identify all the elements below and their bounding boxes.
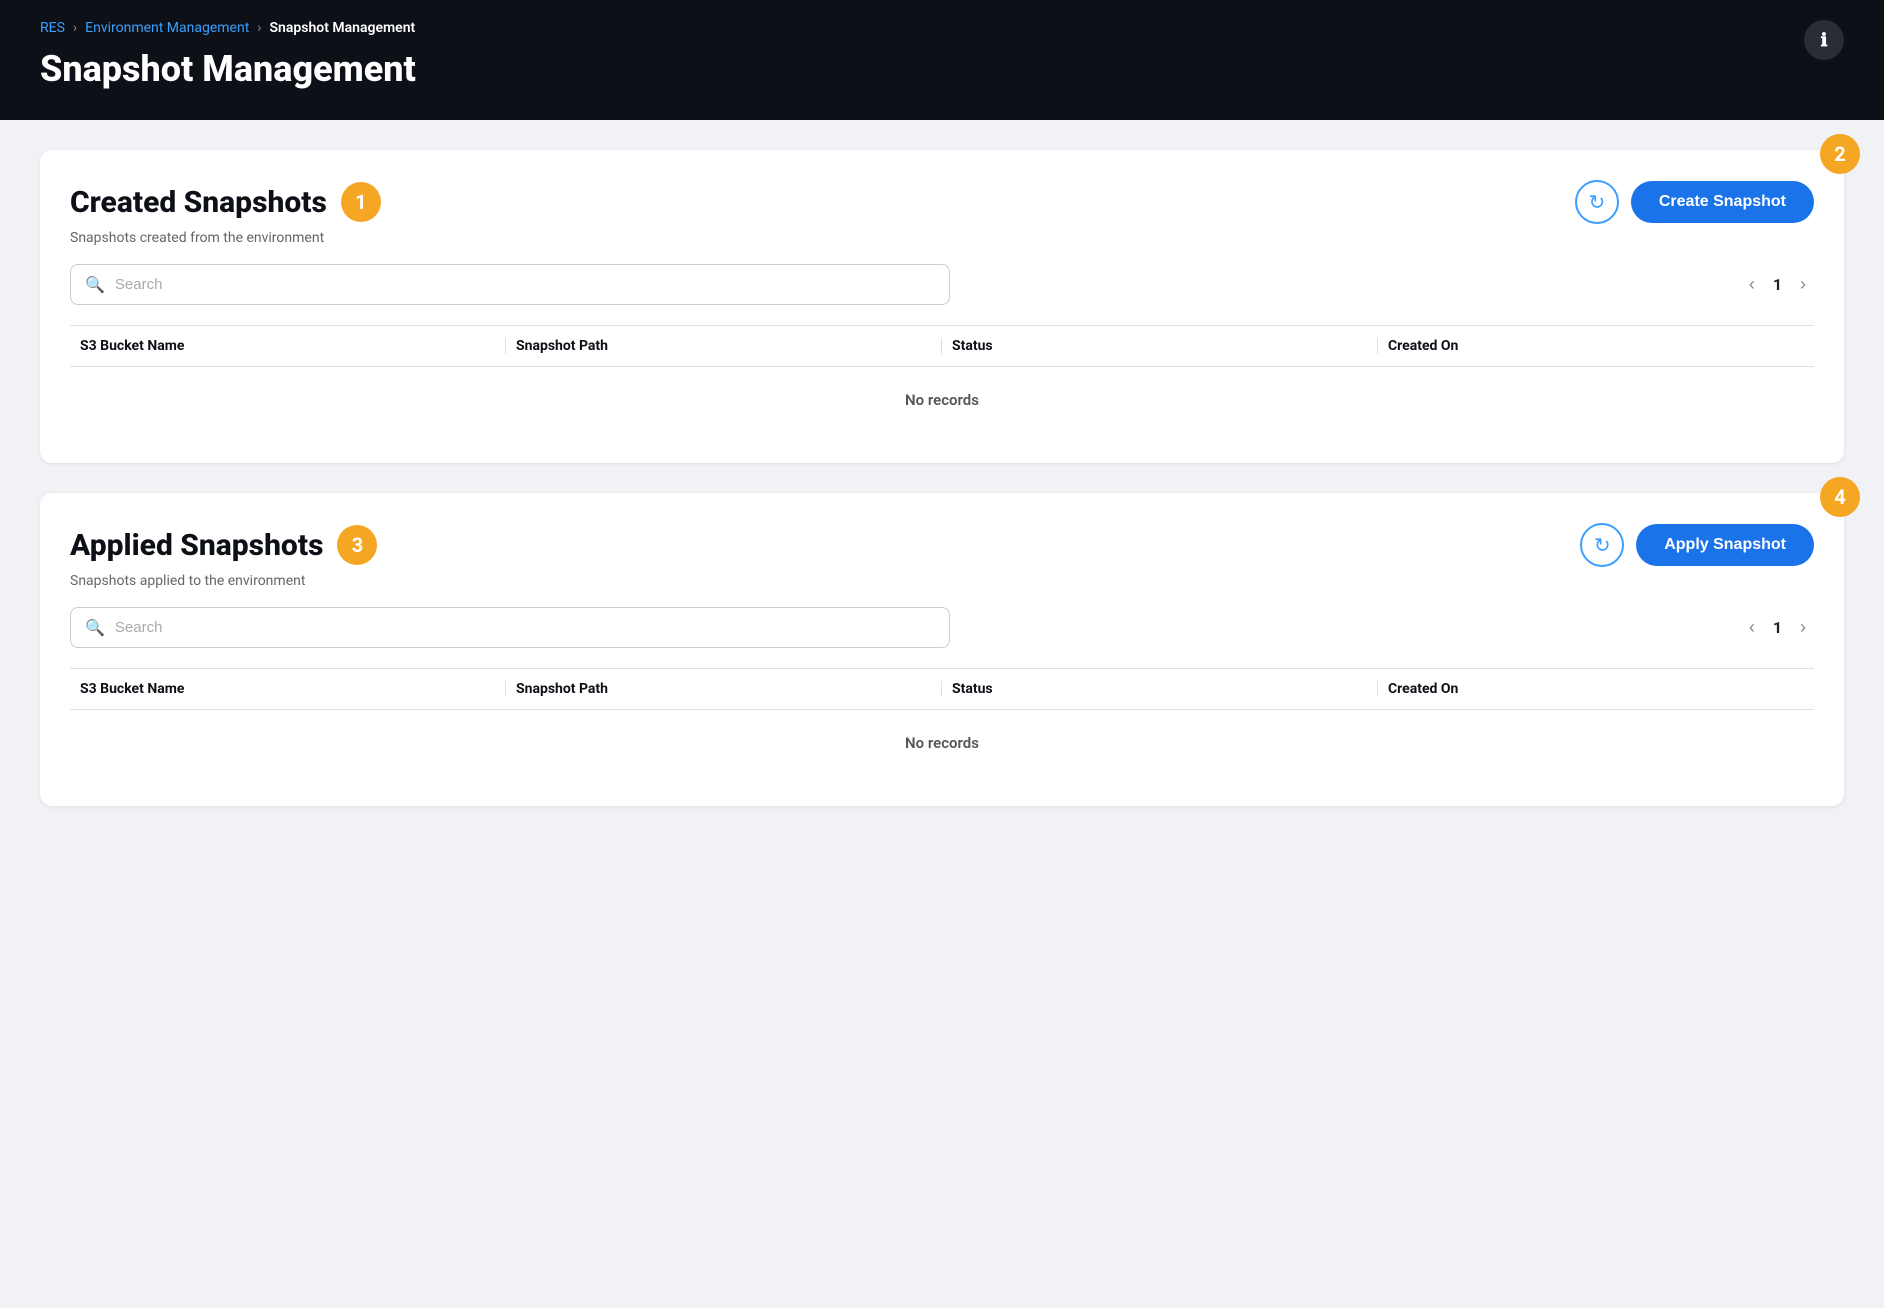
breadcrumb-res[interactable]: RES (40, 20, 65, 36)
created-col-status: Status (942, 338, 1378, 354)
applied-snapshots-card: 4 Applied Snapshots 3 ↻ Apply Snapshot S… (40, 493, 1844, 806)
applied-snapshots-title: Applied Snapshots (70, 528, 323, 563)
applied-snapshots-float-badge: 4 (1820, 477, 1860, 517)
create-snapshot-button[interactable]: Create Snapshot (1631, 181, 1814, 223)
applied-snapshots-next-page-button[interactable]: › (1792, 613, 1814, 642)
breadcrumb-env-mgmt[interactable]: Environment Management (85, 20, 249, 36)
float-badge-2: 2 (1820, 134, 1860, 174)
breadcrumb-current: Snapshot Management (270, 20, 416, 36)
page-title: Snapshot Management (40, 48, 1844, 90)
created-snapshots-pagination: ‹ 1 › (1741, 270, 1814, 299)
breadcrumb-sep-1: › (73, 20, 77, 36)
page-header: RES › Environment Management › Snapshot … (0, 0, 1884, 120)
applied-col-created-on: Created On (1378, 681, 1814, 697)
applied-snapshots-title-group: Applied Snapshots 3 (70, 525, 377, 565)
apply-snapshot-button[interactable]: Apply Snapshot (1636, 524, 1814, 566)
created-snapshots-search-input[interactable] (115, 276, 935, 293)
created-snapshots-title-group: Created Snapshots 1 (70, 182, 381, 222)
created-col-s3-bucket: S3 Bucket Name (70, 338, 506, 354)
applied-snapshots-search-wrapper: 🔍 (70, 607, 950, 648)
applied-snapshots-page-number: 1 (1773, 618, 1782, 637)
main-content: 2 Created Snapshots 1 ↻ Create Snapshot … (0, 120, 1884, 836)
created-snapshots-badge: 1 (341, 182, 381, 222)
breadcrumb: RES › Environment Management › Snapshot … (40, 20, 1844, 36)
created-snapshots-search-container: 🔍 ‹ 1 › (70, 264, 1814, 305)
created-col-created-on: Created On (1378, 338, 1814, 354)
created-snapshots-actions: ↻ Create Snapshot (1575, 180, 1814, 224)
breadcrumb-sep-2: › (257, 20, 261, 36)
applied-snapshots-header: Applied Snapshots 3 ↻ Apply Snapshot (70, 523, 1814, 567)
applied-snapshots-prev-page-button[interactable]: ‹ (1741, 613, 1763, 642)
applied-snapshots-subtitle: Snapshots applied to the environment (70, 573, 1814, 589)
created-snapshots-card: 2 Created Snapshots 1 ↻ Create Snapshot … (40, 150, 1844, 463)
created-snapshots-refresh-button[interactable]: ↻ (1575, 180, 1619, 224)
created-snapshots-subtitle: Snapshots created from the environment (70, 230, 1814, 246)
applied-snapshots-table-header: S3 Bucket Name Snapshot Path Status Crea… (70, 668, 1814, 710)
created-snapshots-next-page-button[interactable]: › (1792, 270, 1814, 299)
created-snapshots-search-wrapper: 🔍 (70, 264, 950, 305)
applied-col-s3-bucket: S3 Bucket Name (70, 681, 506, 697)
applied-snapshots-search-container: 🔍 ‹ 1 › (70, 607, 1814, 648)
applied-snapshots-empty-message: No records (70, 710, 1814, 776)
created-snapshots-empty-message: No records (70, 367, 1814, 433)
applied-snapshots-pagination: ‹ 1 › (1741, 613, 1814, 642)
applied-snapshots-search-icon: 🔍 (85, 618, 105, 637)
applied-snapshots-refresh-button[interactable]: ↻ (1580, 523, 1624, 567)
float-badge-4: 4 (1820, 477, 1860, 517)
info-button[interactable]: ℹ (1804, 20, 1844, 60)
created-snapshots-header: Created Snapshots 1 ↻ Create Snapshot (70, 180, 1814, 224)
created-snapshots-title: Created Snapshots (70, 185, 327, 220)
applied-snapshots-actions: ↻ Apply Snapshot (1580, 523, 1814, 567)
created-snapshots-page-number: 1 (1773, 275, 1782, 294)
created-snapshots-float-badge: 2 (1820, 134, 1860, 174)
created-snapshots-prev-page-button[interactable]: ‹ (1741, 270, 1763, 299)
applied-col-snapshot-path: Snapshot Path (506, 681, 942, 697)
applied-snapshots-badge: 3 (337, 525, 377, 565)
info-icon: ℹ (1821, 30, 1828, 51)
applied-snapshots-search-input[interactable] (115, 619, 935, 636)
created-col-snapshot-path: Snapshot Path (506, 338, 942, 354)
applied-col-status: Status (942, 681, 1378, 697)
created-snapshots-table-header: S3 Bucket Name Snapshot Path Status Crea… (70, 325, 1814, 367)
created-snapshots-search-icon: 🔍 (85, 275, 105, 294)
